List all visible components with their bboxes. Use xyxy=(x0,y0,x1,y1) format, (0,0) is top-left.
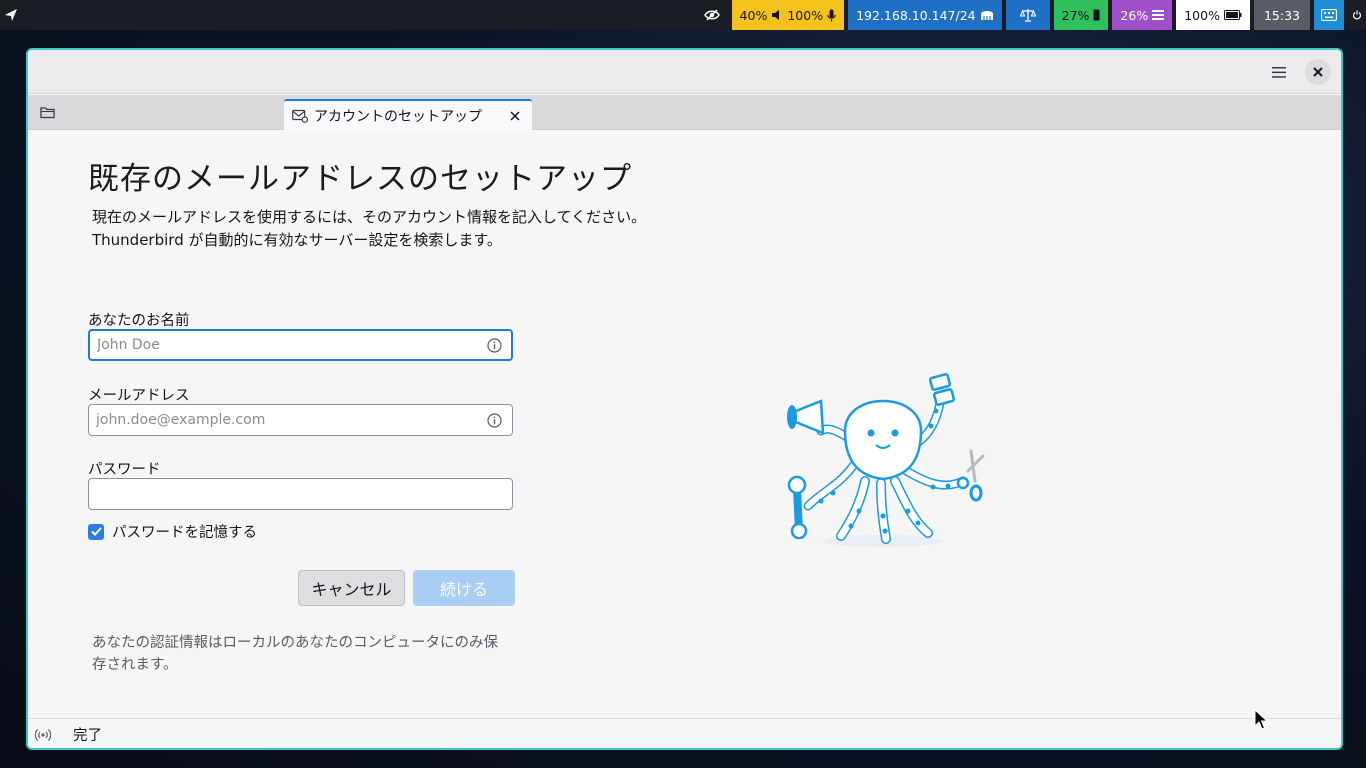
clock-time: 15:33 xyxy=(1263,7,1300,23)
battery-status[interactable]: 100% xyxy=(1176,0,1250,30)
name-field xyxy=(88,329,513,361)
power-menu[interactable] xyxy=(1348,0,1366,30)
eye-slash-icon xyxy=(703,9,720,21)
close-icon xyxy=(510,110,520,121)
info-icon[interactable] xyxy=(487,413,502,428)
password-field xyxy=(88,478,513,510)
app-menu-button[interactable] xyxy=(1269,62,1289,82)
list-icon xyxy=(1152,10,1165,20)
system-status-bar: 40% 100% 192.168.10.147/24 27% 26% 100% … xyxy=(0,0,1366,30)
password-input[interactable] xyxy=(89,479,512,509)
folder-button[interactable] xyxy=(40,104,58,120)
cancel-button[interactable]: キャンセル xyxy=(298,570,405,606)
ip-address: 192.168.10.147/24 xyxy=(856,7,976,23)
close-icon xyxy=(1313,67,1323,77)
battery-icon xyxy=(1223,10,1242,20)
info-icon[interactable] xyxy=(487,338,502,353)
network-status[interactable]: 192.168.10.147/24 xyxy=(848,0,1002,30)
name-label: あなたのお名前 xyxy=(88,313,190,329)
thunderbird-window: アカウントのセットアップ 既存のメールアドレスのセットアップ 現在のメールアドレ… xyxy=(26,48,1343,750)
balance-scale-icon xyxy=(1019,9,1036,22)
email-field xyxy=(88,404,513,436)
balance-status[interactable] xyxy=(1005,0,1050,30)
phone-battery-icon xyxy=(1093,9,1100,21)
email-input[interactable] xyxy=(89,405,512,435)
email-label: メールアドレス xyxy=(88,388,190,404)
mail-settings-icon xyxy=(292,109,308,123)
cpu-level: 27% xyxy=(1061,7,1090,23)
signal-icon xyxy=(35,728,51,741)
keyboard-icon xyxy=(1321,9,1337,21)
tab-account-setup[interactable]: アカウントのセットアップ xyxy=(284,99,532,130)
checkmark-icon xyxy=(90,527,102,536)
password-label: パスワード xyxy=(88,462,161,478)
tab-label: アカウントのセットアップ xyxy=(314,108,482,125)
page-title: 既存のメールアドレスのセットアップ xyxy=(88,161,632,197)
microphone-icon xyxy=(827,9,836,21)
power-icon xyxy=(1352,10,1362,20)
folder-icon xyxy=(40,107,55,119)
clock[interactable]: 15:33 xyxy=(1253,0,1310,30)
continue-button[interactable]: 続ける xyxy=(413,570,515,606)
hamburger-icon xyxy=(1272,66,1286,78)
tab-bar: アカウントのセットアップ xyxy=(28,95,1341,130)
credentials-note-line-1: あなたの認証情報はローカルのあなたのコンピュータにのみ保 xyxy=(92,635,498,651)
ethernet-icon xyxy=(980,11,993,20)
description-line-1: 現在のメールアドレスを使用するには、そのアカウント情報を記入してください。 xyxy=(92,208,647,226)
octopus-mascot-illustration xyxy=(787,373,985,547)
launcher-arrow-icon[interactable] xyxy=(0,0,22,30)
tab-close-button[interactable] xyxy=(506,107,524,125)
checkbox-checked[interactable] xyxy=(88,523,104,540)
remember-password-label: パスワードを記憶する xyxy=(112,525,257,541)
remember-password-checkbox[interactable]: パスワードを記憶する xyxy=(88,521,257,542)
title-bar xyxy=(28,50,1341,94)
memory-status[interactable]: 26% xyxy=(1112,0,1173,30)
status-text: 完了 xyxy=(73,728,102,744)
status-bar: 完了 xyxy=(28,718,1341,748)
keyboard-layout[interactable] xyxy=(1314,0,1344,30)
memory-level: 26% xyxy=(1120,7,1149,23)
battery-level: 100% xyxy=(1184,7,1220,23)
account-setup-page: 既存のメールアドレスのセットアップ 現在のメールアドレスを使用するには、そのアカ… xyxy=(28,131,1341,718)
audio-status[interactable]: 40% 100% xyxy=(731,0,845,30)
description-line-2: Thunderbird が自動的に有効なサーバー設定を検索します。 xyxy=(92,231,502,249)
mouse-cursor-icon xyxy=(1254,709,1268,730)
cpu-status[interactable]: 27% xyxy=(1053,0,1109,30)
window-close-button[interactable] xyxy=(1305,59,1331,85)
volume-level: 40% xyxy=(739,7,768,23)
visibility-toggle[interactable] xyxy=(695,0,728,30)
name-input[interactable] xyxy=(90,331,511,359)
mic-level: 100% xyxy=(787,7,824,23)
speaker-icon xyxy=(772,10,780,20)
credentials-note-line-2: 存されます。 xyxy=(92,657,178,673)
